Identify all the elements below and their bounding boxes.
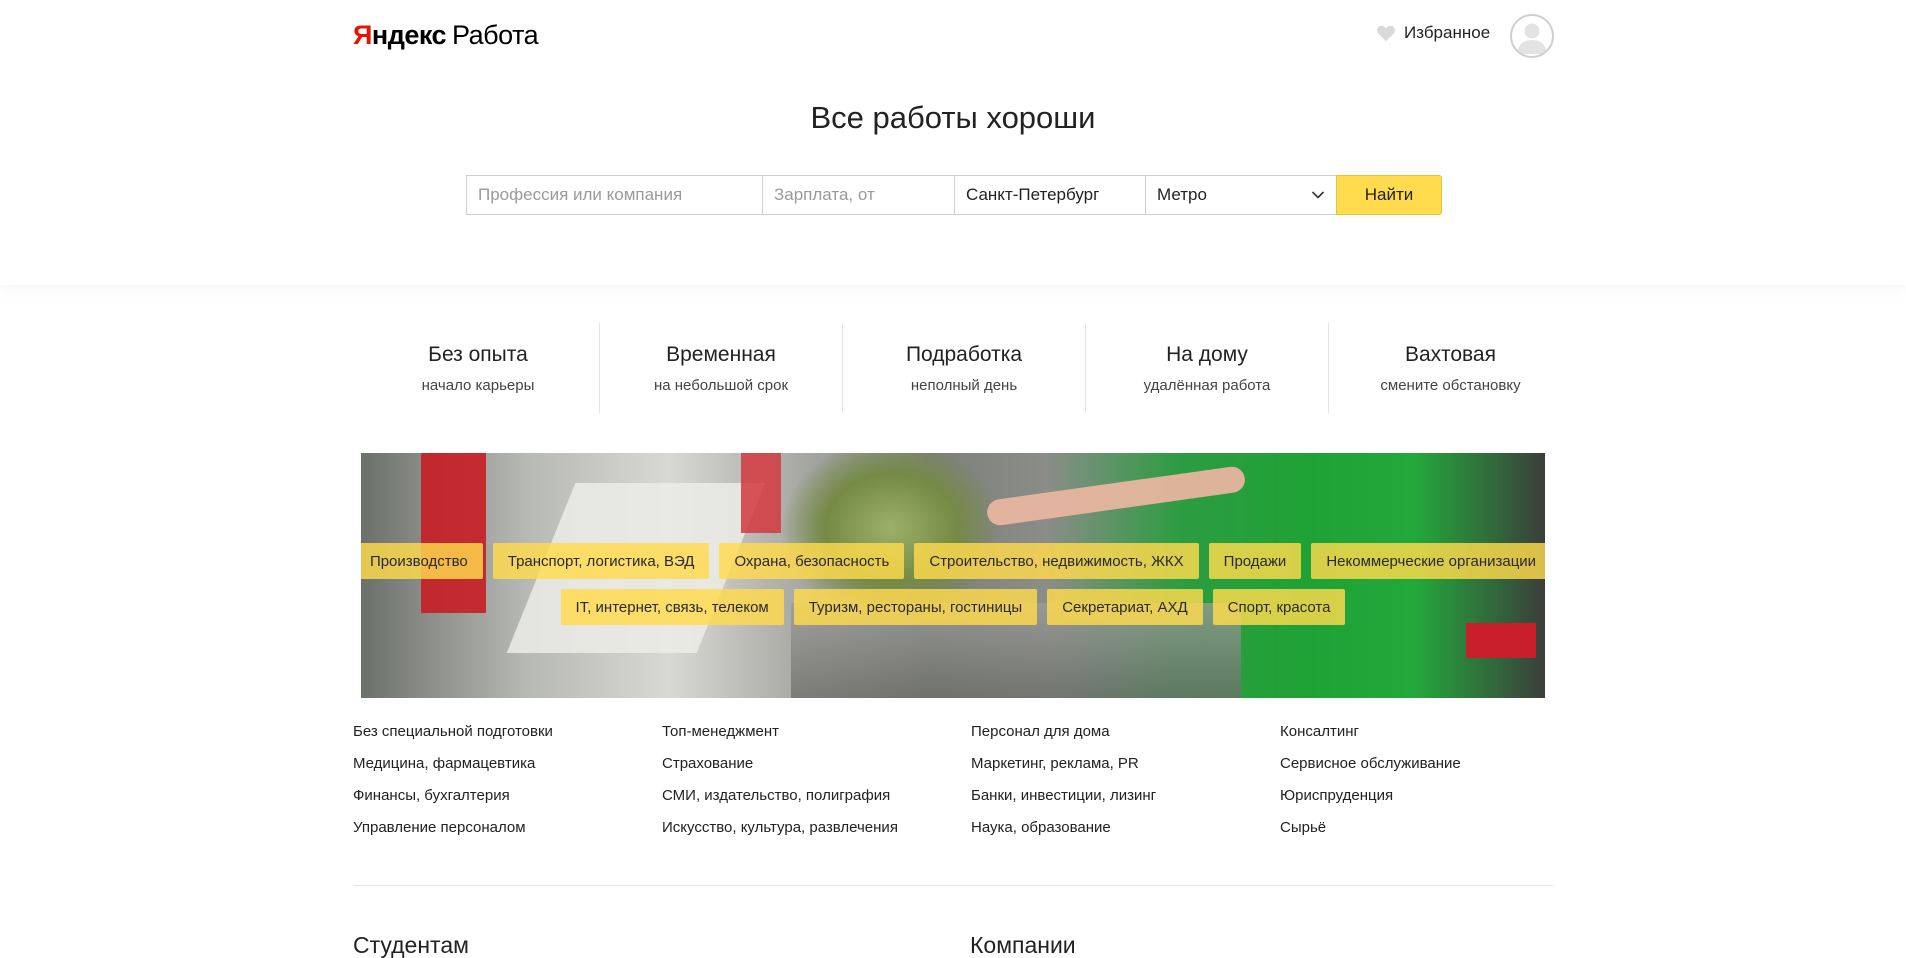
- logo-brand-rest: ндекс: [371, 20, 447, 50]
- section-divider: [353, 885, 1553, 886]
- favorites-link[interactable]: Избранное: [1376, 23, 1490, 43]
- category-link[interactable]: Банки, инвестиции, лизинг: [971, 786, 1280, 818]
- category-link[interactable]: Персонал для дома: [971, 722, 1280, 754]
- industry-tag[interactable]: Охрана, безопасность: [719, 543, 905, 579]
- industry-tags-row: Производство Транспорт, логистика, ВЭД О…: [361, 543, 1545, 579]
- category-link[interactable]: Маркетинг, реклама, PR: [971, 754, 1280, 786]
- job-type-no-experience[interactable]: Без опыта начало карьеры: [357, 323, 600, 413]
- category-column: Без специальной подготовки Медицина, фар…: [353, 722, 662, 850]
- category-link[interactable]: Сырьё: [1280, 818, 1589, 850]
- job-type-temporary[interactable]: Временная на небольшой срок: [600, 323, 843, 413]
- heart-icon: [1377, 25, 1395, 42]
- category-link[interactable]: Финансы, бухгалтерия: [353, 786, 662, 818]
- chevron-down-icon: [1311, 191, 1325, 199]
- category-column: Персонал для дома Маркетинг, реклама, PR…: [971, 722, 1280, 850]
- job-type-rotation[interactable]: Вахтовая смените обстановку: [1329, 323, 1572, 413]
- job-type-subtitle: удалённая работа: [1143, 377, 1271, 394]
- industry-tag[interactable]: Транспорт, логистика, ВЭД: [492, 543, 710, 579]
- job-type-remote[interactable]: На дому удалённая работа: [1086, 323, 1329, 413]
- industry-tag[interactable]: Продажи: [1208, 543, 1302, 579]
- job-type-title: Вахтовая: [1405, 343, 1496, 366]
- job-type-subtitle: начало карьеры: [421, 377, 535, 394]
- metro-value: Метро: [1157, 185, 1207, 204]
- job-type-subtitle: на небольшой срок: [653, 377, 789, 394]
- industry-banner: Производство Транспорт, логистика, ВЭД О…: [361, 453, 1545, 698]
- page-title: Все работы хороши: [810, 100, 1096, 135]
- job-type-subtitle: смените обстановку: [1380, 377, 1521, 394]
- industry-tag[interactable]: Производство: [361, 543, 483, 579]
- profession-input[interactable]: [466, 175, 762, 215]
- metro-select[interactable]: Метро: [1145, 175, 1336, 215]
- job-type-title: На дому: [1166, 343, 1248, 366]
- logo-service: Работа: [452, 20, 539, 50]
- industry-tag[interactable]: Строительство, недвижимость, ЖКХ: [914, 543, 1199, 579]
- category-link[interactable]: Страхование: [662, 754, 971, 786]
- category-link[interactable]: Медицина, фармацевтика: [353, 754, 662, 786]
- banner-photo-shape: [741, 453, 781, 533]
- industry-tag[interactable]: Некоммерческие организации: [1311, 543, 1545, 579]
- favorites-label: Избранное: [1404, 23, 1491, 42]
- city-value: Санкт-Петербург: [966, 185, 1100, 204]
- job-type-subtitle: неполный день: [910, 377, 1018, 394]
- category-link[interactable]: Консалтинг: [1280, 722, 1589, 754]
- companies-section-title: Компании: [970, 932, 1076, 958]
- industry-tags-row: IT, интернет, связь, телеком Туризм, рес…: [361, 589, 1545, 625]
- avatar[interactable]: [1510, 14, 1554, 58]
- category-link[interactable]: Без специальной подготовки: [353, 722, 662, 754]
- industry-tags: Производство Транспорт, логистика, ВЭД О…: [361, 543, 1545, 635]
- category-link[interactable]: Сервисное обслуживание: [1280, 754, 1589, 786]
- search-form: Санкт-Петербург Метро Найти: [466, 175, 1442, 215]
- category-link[interactable]: Управление персоналом: [353, 818, 662, 850]
- job-type-title: Без опыта: [428, 343, 528, 366]
- industry-tag[interactable]: Секретариат, АХД: [1047, 589, 1203, 625]
- banner-photo-shape: [985, 465, 1247, 527]
- search-button[interactable]: Найти: [1336, 175, 1442, 215]
- job-type-part-time[interactable]: Подработка неполный день: [843, 323, 1086, 413]
- salary-input[interactable]: [762, 175, 954, 215]
- user-icon: [1517, 23, 1547, 54]
- logo-brand-first: Я: [353, 20, 372, 50]
- job-types: Без опыта начало карьеры Временная на не…: [357, 323, 1572, 413]
- logo[interactable]: Яндекс Работа: [353, 20, 539, 51]
- industry-tag[interactable]: Спорт, красота: [1212, 589, 1346, 625]
- industry-tag[interactable]: Туризм, рестораны, гостиницы: [793, 589, 1038, 625]
- city-input[interactable]: Санкт-Петербург: [954, 175, 1145, 215]
- job-type-title: Временная: [666, 343, 776, 366]
- category-column: Топ-менеджмент Страхование СМИ, издатель…: [662, 722, 971, 850]
- category-link[interactable]: Наука, образование: [971, 818, 1280, 850]
- category-list: Без специальной подготовки Медицина, фар…: [353, 722, 1589, 850]
- industry-tag[interactable]: IT, интернет, связь, телеком: [560, 589, 784, 625]
- category-link[interactable]: Топ-менеджмент: [662, 722, 971, 754]
- page: Яндекс Работа Избранное Все работы хороши…: [0, 0, 1906, 958]
- category-link[interactable]: СМИ, издательство, полиграфия: [662, 786, 971, 818]
- header: Яндекс Работа Избранное Все работы хороши…: [0, 0, 1906, 285]
- job-type-title: Подработка: [905, 343, 1023, 366]
- students-section-title: Студентам: [353, 932, 469, 958]
- category-link[interactable]: Искусство, культура, развлечения: [662, 818, 971, 850]
- category-column: Консалтинг Сервисное обслуживание Юриспр…: [1280, 722, 1589, 850]
- category-link[interactable]: Юриспруденция: [1280, 786, 1589, 818]
